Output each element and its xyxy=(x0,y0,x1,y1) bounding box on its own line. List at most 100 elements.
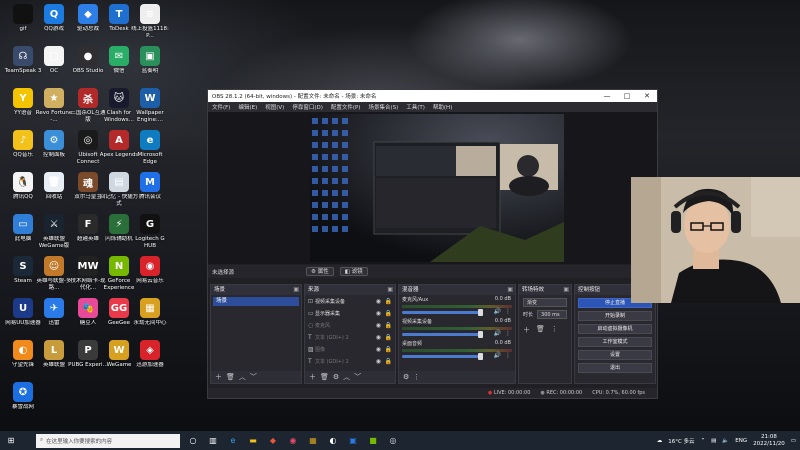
desktop-icon[interactable]: ⚙ 控制面板 xyxy=(36,130,72,159)
taskbar-search[interactable]: ⌕ 在这里输入你要搜索的内容 xyxy=(36,433,180,448)
mixer-menu-icon[interactable]: ⋮ xyxy=(413,373,420,381)
move-up-button[interactable]: ︿ xyxy=(343,372,350,382)
visibility-eye-icon[interactable]: ◉ xyxy=(376,310,381,317)
network-icon[interactable]: ▤ xyxy=(711,438,716,444)
volume-slider[interactable] xyxy=(402,353,484,360)
obs-taskbar-icon[interactable]: ◎ xyxy=(386,434,400,448)
menu-file[interactable]: 文件(F) xyxy=(212,103,230,111)
weather-text[interactable]: 16°C 多云 xyxy=(668,437,694,445)
desktop-icon[interactable]: L 英雄联盟 xyxy=(36,340,72,369)
move-up-button[interactable]: ︿ xyxy=(239,372,246,382)
transition-select[interactable]: 渐变 xyxy=(523,298,567,307)
visibility-eye-icon[interactable]: ◉ xyxy=(376,322,381,329)
volume-icon[interactable]: 🔈 xyxy=(722,438,729,444)
desktop-icon[interactable]: ▦ 永劫无间中心 xyxy=(132,298,168,327)
desktop-icon[interactable]: ◉ 网易云音乐 xyxy=(132,256,168,285)
volume-speaker-icon[interactable]: 🔊 xyxy=(494,308,501,315)
menu-edit[interactable]: 编辑(E) xyxy=(238,103,257,111)
dock-settings-icon[interactable]: ▣ xyxy=(293,285,299,295)
exit-button[interactable]: 退出 xyxy=(578,363,652,373)
close-button[interactable]: ✕ xyxy=(637,90,657,102)
desktop-icon[interactable]: M 腾讯会议 xyxy=(132,172,168,201)
desktop-icon[interactable]: ✪ 暴雪战网 xyxy=(5,382,41,411)
dock-settings-icon[interactable]: ▣ xyxy=(563,285,569,295)
menu-tools[interactable]: 工具(T) xyxy=(406,103,425,111)
obs-window[interactable]: OBS 28.1.2 (64-bit, windows) - 配置文件: 未命名… xyxy=(207,89,658,399)
app-icon[interactable]: ■ xyxy=(366,434,380,448)
volume-speaker-icon[interactable]: 🔊 xyxy=(494,352,501,359)
menu-docks[interactable]: 停靠窗口(D) xyxy=(292,103,323,111)
remove-source-button[interactable]: 🗑 xyxy=(320,373,329,381)
volume-slider[interactable] xyxy=(402,331,484,338)
obs-preview[interactable] xyxy=(208,112,657,264)
volume-speaker-icon[interactable]: 🔊 xyxy=(494,330,501,337)
remove-transition-button[interactable]: 🗑 xyxy=(536,325,545,335)
clock[interactable]: 21:08 2022/11/20 xyxy=(753,434,785,447)
desktop-icon[interactable]: W Wallpaper Engine:... xyxy=(132,88,168,123)
app-icon[interactable]: ▦ xyxy=(306,434,320,448)
language-indicator[interactable]: ENG xyxy=(735,438,747,444)
source-item[interactable]: T 文本 (GDI+) 2 ◉ 🔒 xyxy=(305,331,395,343)
lock-icon[interactable]: 🔒 xyxy=(385,298,392,305)
properties-button[interactable]: ⚙ 属性 xyxy=(306,267,334,276)
desktop-icon[interactable]: ≡ 线上投篮1118: P... xyxy=(131,4,169,39)
maximize-button[interactable]: □ xyxy=(617,90,637,102)
source-item[interactable]: ⊡ 视频采集设备 ◉ 🔒 xyxy=(305,295,395,307)
remove-scene-button[interactable]: 🗑 xyxy=(226,373,235,381)
visibility-eye-icon[interactable]: ◉ xyxy=(376,358,381,365)
minimize-button[interactable]: — xyxy=(597,90,617,102)
transition-menu-icon[interactable]: ⋮ xyxy=(551,325,558,335)
edge-icon[interactable]: e xyxy=(226,434,240,448)
obs-titlebar[interactable]: OBS 28.1.2 (64-bit, windows) - 配置文件: 未命名… xyxy=(208,90,657,102)
studio-mode-button[interactable]: 工作室模式 xyxy=(578,337,652,347)
scene-item[interactable]: 场景 xyxy=(213,297,299,306)
mixer-settings-icon[interactable]: ⚙ xyxy=(403,373,409,381)
lock-icon[interactable]: 🔒 xyxy=(385,358,392,365)
app-icon[interactable]: ◆ xyxy=(266,434,280,448)
duration-input[interactable]: 300 ms xyxy=(537,310,567,319)
add-transition-button[interactable]: ＋ xyxy=(523,325,530,335)
source-item[interactable]: ▨ 图像 ◉ 🔒 xyxy=(305,343,395,355)
app-icon[interactable]: ◉ xyxy=(286,434,300,448)
notifications-icon[interactable]: ▭ xyxy=(791,438,796,444)
dock-settings-icon[interactable]: ▣ xyxy=(387,285,393,295)
desktop-icon[interactable]: Q QQ游戏 xyxy=(36,4,72,33)
start-recording-button[interactable]: 开始录制 xyxy=(578,311,652,321)
windows-start-icon[interactable]: ⊞ xyxy=(4,434,18,448)
add-scene-button[interactable]: ＋ xyxy=(215,372,222,382)
filters-button[interactable]: ◧ 滤镜 xyxy=(339,267,368,276)
dock-settings-icon[interactable]: ▣ xyxy=(507,285,513,295)
desktop-icon[interactable]: ▣ 蓝奏明 xyxy=(132,46,168,75)
menu-help[interactable]: 帮助(H) xyxy=(433,103,452,111)
channel-menu-icon[interactable]: ⋮ xyxy=(505,308,511,315)
lock-icon[interactable]: 🔒 xyxy=(385,346,392,353)
source-item[interactable]: T 文本 (GDI+) 2 ◉ 🔒 xyxy=(305,355,395,367)
desktop-icon[interactable]: ★ Revo Fortune -... xyxy=(36,88,72,123)
file-explorer-icon[interactable]: ▬ xyxy=(246,434,260,448)
desktop-icon[interactable]: ☺ 英雄与联盟-多路... xyxy=(36,256,72,291)
lock-icon[interactable]: 🔒 xyxy=(385,310,392,317)
desktop-icon[interactable]: ⚔ 英雄联盟WeGame版 xyxy=(36,214,72,249)
visibility-eye-icon[interactable]: ◉ xyxy=(376,298,381,305)
desktop-icon[interactable]: □ OC xyxy=(36,46,72,75)
source-item[interactable]: ▭ 显示器采集 ◉ 🔒 xyxy=(305,307,395,319)
desktop-icon[interactable]: ✈ 迅雷 xyxy=(36,298,72,327)
settings-button[interactable]: 设置 xyxy=(578,350,652,360)
app-icon[interactable]: ▣ xyxy=(346,434,360,448)
visibility-eye-icon[interactable]: ◉ xyxy=(376,334,381,341)
desktop-icon[interactable]: G Logitech G HUB xyxy=(132,214,168,249)
desktop-icon[interactable]: e Microsoft Edge xyxy=(132,130,168,165)
move-down-button[interactable]: ﹀ xyxy=(250,372,257,382)
cortana-icon[interactable]: ○ xyxy=(186,434,200,448)
menu-scene-collection[interactable]: 场景集合(S) xyxy=(368,103,398,111)
volume-slider[interactable] xyxy=(402,309,484,316)
add-source-button[interactable]: ＋ xyxy=(309,372,316,382)
desktop-icon[interactable]: ◈ 迅游加速器 xyxy=(132,340,168,369)
menu-profile[interactable]: 配置文件(P) xyxy=(331,103,361,111)
move-down-button[interactable]: ﹀ xyxy=(354,372,361,382)
channel-menu-icon[interactable]: ⋮ xyxy=(505,352,511,359)
desktop-icon[interactable]: 🗑 回收站 xyxy=(36,172,72,201)
source-item[interactable]: ◌ 麦克风 ◉ 🔒 xyxy=(305,319,395,331)
task-view-icon[interactable]: ▥ xyxy=(206,434,220,448)
start-virtual-camera-button[interactable]: 启动虚拟摄像机 xyxy=(578,324,652,334)
